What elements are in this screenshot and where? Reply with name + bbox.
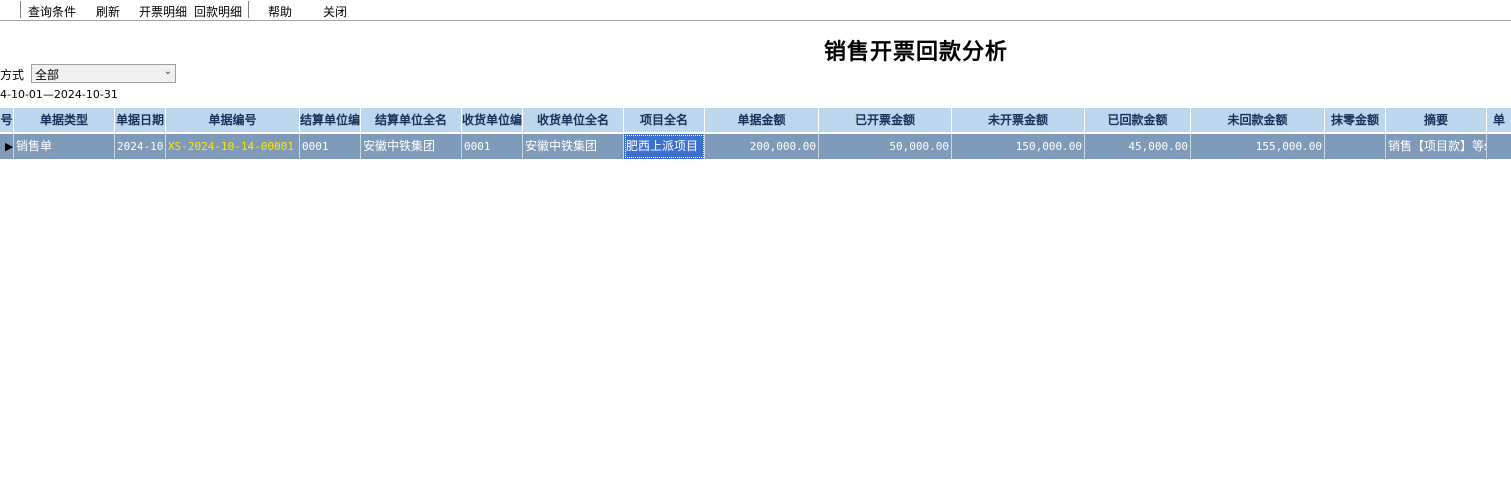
column-header-project-name[interactable]: 项目全名: [624, 108, 705, 133]
filter-select-value: 全部: [35, 68, 60, 82]
column-header-receive-name[interactable]: 收货单位全名: [523, 108, 624, 133]
row-indicator-icon: ▶: [0, 134, 14, 159]
filter-label: 方式: [0, 68, 25, 82]
cell-uninvoiced[interactable]: 150,000.00: [952, 134, 1085, 159]
column-header-summary[interactable]: 摘要: [1386, 108, 1487, 133]
help-button[interactable]: 帮助: [268, 3, 292, 20]
column-header-rounding[interactable]: 抹零金额: [1325, 108, 1386, 133]
column-header-extra[interactable]: 单: [1487, 108, 1511, 133]
cell-amount[interactable]: 200,000.00: [705, 134, 819, 159]
column-header-doc-date[interactable]: 单据日期: [115, 108, 166, 133]
column-header-received[interactable]: 已回款金额: [1085, 108, 1191, 133]
query-conditions-button[interactable]: 查询条件: [28, 3, 76, 20]
refresh-button[interactable]: 刷新: [96, 3, 120, 20]
date-range: 4-10-01—2024-10-31: [0, 88, 118, 101]
column-header-uninvoiced[interactable]: 未开票金额: [952, 108, 1085, 133]
cell-project-name[interactable]: 肥西上派项目: [624, 134, 705, 159]
cell-invoiced[interactable]: 50,000.00: [819, 134, 952, 159]
column-header-invoiced[interactable]: 已开票金额: [819, 108, 952, 133]
invoice-detail-button[interactable]: 开票明细: [139, 3, 187, 20]
cell-extra[interactable]: [1487, 134, 1511, 159]
payment-detail-button[interactable]: 回款明细: [194, 3, 242, 20]
column-header-settle-code[interactable]: 结算单位编: [300, 108, 361, 133]
report-title: 销售开票回款分析: [824, 39, 1009, 65]
cell-receive-name[interactable]: 安徽中铁集团: [523, 134, 624, 159]
cell-unreceived[interactable]: 155,000.00: [1191, 134, 1325, 159]
toolbar-separator: [20, 1, 21, 18]
cell-settle-code[interactable]: 0001: [300, 134, 361, 159]
column-header-unreceived[interactable]: 未回款金额: [1191, 108, 1325, 133]
cell-doc-no[interactable]: XS-2024-10-14-00001: [166, 134, 300, 159]
column-header-settle-name[interactable]: 结算单位全名: [361, 108, 462, 133]
cell-rounding[interactable]: [1325, 134, 1386, 159]
cell-doc-date[interactable]: 2024-10-: [115, 134, 166, 159]
cell-settle-name[interactable]: 安徽中铁集团: [361, 134, 462, 159]
column-header-doc-type[interactable]: 单据类型: [14, 108, 115, 133]
cell-received[interactable]: 45,000.00: [1085, 134, 1191, 159]
column-header-no[interactable]: 号: [0, 108, 14, 133]
table-row[interactable]: ▶ 销售单 2024-10- XS-2024-10-14-00001 0001 …: [0, 134, 1511, 159]
chevron-down-icon: ⌄: [163, 66, 172, 77]
toolbar-separator: [248, 1, 249, 18]
column-header-receive-code[interactable]: 收货单位编: [462, 108, 523, 133]
close-button[interactable]: 关闭: [323, 3, 347, 20]
column-header-doc-no[interactable]: 单据编号: [166, 108, 300, 133]
toolbar: 查询条件 刷新 开票明细 回款明细 帮助 关闭: [0, 0, 1511, 21]
cell-summary[interactable]: 销售【项目款】等s: [1386, 134, 1487, 159]
column-header-amount[interactable]: 单据金额: [705, 108, 819, 133]
cell-doc-type[interactable]: 销售单: [14, 134, 115, 159]
filter-select[interactable]: 全部 ⌄: [31, 64, 176, 83]
cell-receive-code[interactable]: 0001: [462, 134, 523, 159]
